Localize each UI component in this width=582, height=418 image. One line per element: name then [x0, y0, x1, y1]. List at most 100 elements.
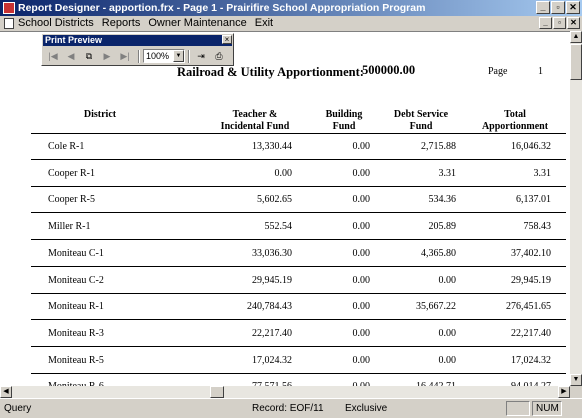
cell-teacher: 17,024.32 — [252, 354, 292, 366]
column-header-total-line1: Total — [504, 109, 526, 120]
cell-teacher: 5,602.65 — [257, 194, 292, 206]
table-row: Moniteau R-1 240,784.43 0.00 35,667.22 276,4… — [0, 294, 570, 321]
cell-teacher: 33,036.30 — [252, 247, 292, 259]
cell-debt: 205.89 — [428, 221, 457, 233]
cell-building: 0.00 — [352, 274, 371, 286]
column-header-district: District — [83, 109, 117, 120]
cell-building: 0.00 — [352, 194, 371, 206]
column-header-teacher-line1: Teacher & — [232, 109, 278, 120]
scroll-right-icon[interactable]: ▶ — [558, 386, 570, 398]
window-controls: _ ▫ ✕ — [535, 1, 580, 14]
horizontal-scroll-thumb[interactable] — [210, 386, 224, 398]
doc-minimize-button[interactable]: _ — [539, 17, 552, 29]
cell-total: 276,451.65 — [506, 301, 551, 313]
print-preview-toolbar: Print Preview × |◀ ◀ ⧉ ▶ ▶| 100% ▼ ⇥ ⎙ — [41, 33, 234, 66]
doc-restore-button[interactable]: ▫ — [553, 17, 566, 29]
table-row: Moniteau C-2 29,945.19 0.00 0.00 29,945.19 — [0, 268, 570, 294]
cell-total: 16,046.32 — [511, 141, 551, 152]
toolbar-separator — [138, 49, 140, 63]
close-button[interactable]: ✕ — [566, 1, 580, 14]
chevron-down-icon[interactable]: ▼ — [173, 50, 184, 62]
cell-total: 22,217.40 — [511, 327, 551, 339]
status-panel-empty — [506, 401, 530, 416]
print-preview-tools: |◀ ◀ ⧉ ▶ ▶| 100% ▼ ⇥ ⎙ — [45, 48, 229, 64]
zoom-select[interactable]: 100% ▼ — [143, 49, 185, 63]
toolbar-separator — [188, 49, 190, 63]
menu: School Districts Reports Owner Maintenan… — [18, 17, 281, 30]
table-row: Moniteau R-3 22,217.40 0.00 0.00 22,217.40 — [0, 321, 570, 347]
scroll-up-icon[interactable]: ▲ — [570, 31, 582, 43]
go-to-page-icon[interactable]: ⧉ — [81, 49, 97, 64]
menu-reports[interactable]: Reports — [102, 17, 141, 30]
prev-page-icon[interactable]: ◀ — [63, 49, 79, 64]
column-header-building: Building Fund — [314, 109, 374, 133]
cell-building: 0.00 — [352, 301, 371, 313]
last-page-icon[interactable]: ▶| — [117, 49, 133, 64]
table-row: Moniteau R-677,571.560.0016,442.7194,014… — [0, 374, 570, 386]
vertical-scroll-thumb[interactable] — [570, 44, 582, 80]
menu-bar: School Districts Reports Owner Maintenan… — [0, 16, 582, 31]
cell-total: 6,137.01 — [516, 194, 551, 206]
district-name: Moniteau C-2 — [48, 274, 104, 286]
column-header-total: Total Apportionment — [475, 109, 555, 133]
cell-debt: 534.36 — [428, 194, 457, 206]
printer-icon[interactable]: ⎙ — [211, 49, 227, 64]
district-name: Moniteau R-1 — [48, 301, 104, 313]
title-bar[interactable]: Report Designer - apportion.frx - Page 1… — [0, 0, 582, 16]
cell-teacher: 22,217.40 — [252, 327, 292, 339]
first-page-icon[interactable]: |◀ — [45, 49, 61, 64]
column-header-building-line2: Fund — [332, 121, 356, 132]
horizontal-scrollbar[interactable]: ◀ ▶ — [0, 386, 570, 398]
column-header-building-line1: Building — [325, 109, 363, 120]
column-header-debt-line2: Fund — [409, 121, 433, 132]
table-row: Moniteau C-1 33,036.30 0.00 4,365.80 37,402.… — [0, 241, 570, 267]
menu-owner-maintenance[interactable]: Owner Maintenance — [148, 17, 246, 30]
table-row: Cooper R-1 0.00 0.00 3.31 3.31 — [0, 161, 570, 187]
doc-close-button[interactable]: ✕ — [567, 17, 580, 29]
report-title: Railroad & Utility Apportionment: — [177, 65, 364, 79]
zoom-value: 100% — [146, 51, 170, 61]
document-icon[interactable] — [4, 18, 14, 29]
menu-school-districts[interactable]: School Districts — [18, 17, 94, 30]
close-preview-icon[interactable]: ⇥ — [193, 49, 209, 64]
vertical-scrollbar[interactable]: ▲ ▼ — [570, 31, 582, 386]
cell-total: 3.31 — [533, 167, 552, 179]
print-preview-title[interactable]: Print Preview — [43, 35, 232, 46]
scroll-left-icon[interactable]: ◀ — [0, 386, 12, 398]
cell-debt: 0.00 — [438, 274, 457, 286]
scroll-down-icon[interactable]: ▼ — [570, 374, 582, 386]
cell-debt: 2,715.88 — [421, 141, 456, 152]
cell-building: 0.00 — [352, 167, 371, 179]
cell-teacher: 552.54 — [264, 221, 293, 233]
document-window-controls: _ ▫ ✕ — [538, 17, 580, 29]
page-label: Page — [488, 66, 508, 77]
cell-building: 0.00 — [352, 327, 371, 339]
district-name: Moniteau R-5 — [48, 354, 104, 366]
cell-debt: 35,667.22 — [416, 301, 456, 313]
status-record: Record: EOF/11 — [252, 403, 324, 414]
minimize-button[interactable]: _ — [536, 1, 550, 14]
cell-debt: 0.00 — [438, 327, 457, 339]
status-lock: Exclusive — [345, 403, 388, 414]
cell-total: 29,945.19 — [511, 274, 551, 286]
window-title: Report Designer - apportion.frx - Page 1… — [18, 2, 426, 14]
status-num: NUM — [536, 403, 559, 414]
maximize-button[interactable]: ▫ — [551, 1, 565, 14]
cell-teacher: 0.00 — [274, 167, 293, 179]
report-total-amount: 500000.00 — [362, 63, 416, 77]
district-name: Miller R-1 — [48, 221, 91, 233]
cell-total: 17,024.32 — [511, 354, 551, 366]
status-mode: Query — [4, 403, 32, 414]
cell-teacher: 29,945.19 — [252, 274, 292, 286]
table-row: Miller R-1 552.54 0.00 205.89 758.43 — [0, 214, 570, 241]
status-bar: Query Record: EOF/11 Exclusive NUM — [0, 398, 582, 418]
column-header-teacher-line2: Incidental Fund — [220, 121, 290, 132]
cell-debt: 4,365.80 — [421, 247, 456, 259]
cell-teacher: 13,330.44 — [252, 141, 292, 152]
district-name: Cooper R-1 — [48, 167, 95, 179]
next-page-icon[interactable]: ▶ — [99, 49, 115, 64]
menu-exit[interactable]: Exit — [255, 17, 273, 30]
column-header-debt-line1: Debt Service — [393, 109, 449, 120]
table-row: Cooper R-5 5,602.65 0.00 534.36 6,137.01 — [0, 187, 570, 214]
print-preview-close-button[interactable]: × — [222, 35, 232, 44]
